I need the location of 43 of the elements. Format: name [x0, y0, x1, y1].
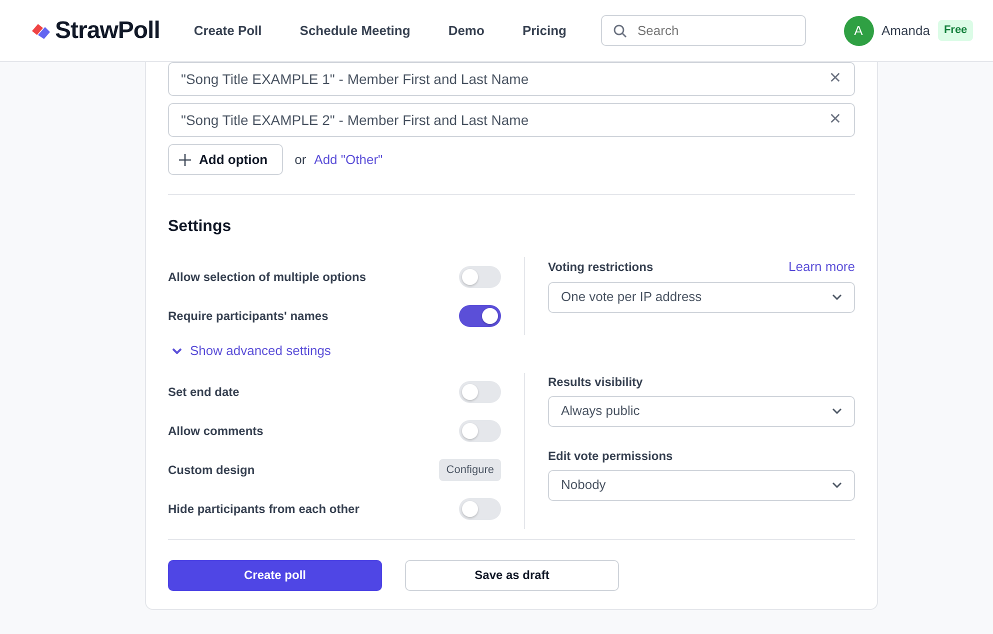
remove-button[interactable]: ×: [829, 109, 841, 129]
section-title: Settings: [168, 217, 232, 237]
setting-label: Hide participants from each other: [168, 501, 360, 518]
toggle-switch[interactable]: [459, 266, 501, 288]
setting-label: Require participants' names: [168, 308, 328, 324]
configure-button[interactable]: Configure: [439, 458, 501, 482]
save-draft-button[interactable]: Save as draft: [405, 560, 619, 590]
or-text: or: [294, 150, 306, 169]
nav-link[interactable]: Demo: [448, 20, 484, 40]
plus-icon: [179, 154, 191, 166]
setting-label: Set end date: [168, 384, 240, 401]
toggle-switch[interactable]: [459, 304, 501, 326]
setting-label: Allow selection of multiple options: [168, 268, 366, 286]
toggle-switch[interactable]: [459, 498, 501, 520]
nav-link[interactable]: Schedule Meeting: [300, 20, 410, 40]
chevron-down-icon: [172, 348, 182, 354]
chevron-down-icon: [832, 408, 842, 414]
nav-link[interactable]: Create Poll: [194, 20, 262, 40]
select-field[interactable]: One vote per IP address: [548, 282, 855, 312]
learn-more-link[interactable]: Learn more: [788, 257, 855, 276]
field-label: Edit vote permissions: [548, 448, 673, 464]
nav-link[interactable]: Pricing: [522, 20, 567, 40]
select-field[interactable]: Nobody: [548, 470, 855, 500]
chevron-down-icon: [832, 294, 842, 300]
setting-label: Custom design: [168, 462, 255, 479]
search-icon: [612, 24, 627, 38]
select-field[interactable]: Always public: [548, 396, 855, 426]
logo[interactable]: StrawPoll: [30, 12, 160, 48]
toggle-switch[interactable]: [459, 381, 501, 403]
user-name: Amanda: [882, 22, 930, 40]
toggle-switch[interactable]: [459, 420, 501, 442]
add-other-link[interactable]: Add "Other": [314, 150, 383, 170]
setting-label: Allow comments: [168, 423, 264, 440]
add-option-button[interactable]: Add option: [168, 144, 283, 175]
remove-button[interactable]: ×: [829, 68, 841, 88]
chevron-down-icon: [832, 482, 842, 488]
create-poll-button[interactable]: Create poll: [168, 560, 382, 590]
field-label: Voting restrictions: [548, 258, 654, 276]
field-label: Results visibility: [548, 374, 643, 390]
plan-label: Free: [938, 20, 974, 41]
advanced-settings-link[interactable]: Show advanced settings: [172, 341, 331, 360]
logo-icon: [30, 22, 52, 40]
search-field[interactable]: Search: [600, 15, 806, 46]
